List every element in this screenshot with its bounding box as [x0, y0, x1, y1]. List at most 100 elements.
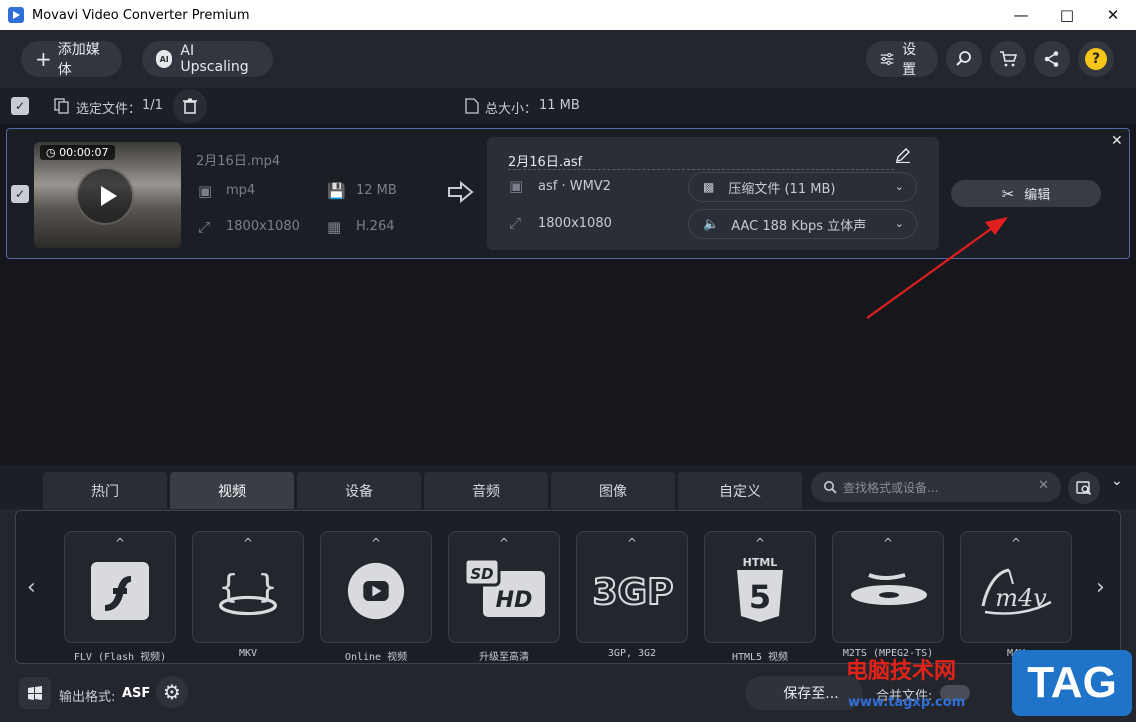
- chevron-up-icon: ^: [882, 536, 894, 550]
- audio-dropdown[interactable]: 🔈 AAC 188 Kbps 立体声 ⌄: [688, 209, 917, 239]
- watermark-url: www.tagxp.com: [848, 695, 966, 710]
- codec-icon: ▦: [327, 218, 342, 236]
- add-media-label: 添加媒体: [57, 42, 100, 78]
- html5-icon: HTML 5: [731, 554, 789, 626]
- duration-badge: ◷ 00:00:07: [40, 145, 115, 160]
- share-button[interactable]: [1034, 41, 1070, 77]
- tag-logo-text: TAG: [1027, 658, 1117, 707]
- title-bar: Movavi Video Converter Premium — □ ✕: [0, 0, 1136, 30]
- tab-custom[interactable]: 自定义: [678, 472, 802, 509]
- format-label-mkv: MKV: [238, 648, 258, 659]
- tab-images[interactable]: 图像: [551, 472, 675, 509]
- format-label-3gp: 3GP, 3G2: [607, 648, 657, 659]
- format-search-input[interactable]: 查找格式或设备... ✕: [811, 472, 1061, 502]
- help-icon: ?: [1085, 48, 1107, 70]
- files-icon: [54, 98, 69, 114]
- scissors-icon: ✂: [1001, 184, 1015, 203]
- output-panel: 2月16日.asf ▣ asf · WMV2 ⤢ 1800x1080 ▩ 压缩文…: [487, 137, 939, 250]
- tab-devices[interactable]: 设备: [297, 472, 421, 509]
- remove-file-button[interactable]: ✕: [1111, 133, 1123, 149]
- pencil-icon[interactable]: [895, 147, 911, 163]
- clear-search-icon[interactable]: ✕: [1038, 478, 1049, 493]
- search-icon: [956, 51, 971, 66]
- file-checkbox[interactable]: ✓: [11, 185, 29, 203]
- cart-icon: [1000, 51, 1017, 67]
- next-arrow-icon[interactable]: ›: [1096, 575, 1105, 600]
- trash-icon: [183, 98, 197, 114]
- search-button[interactable]: [946, 41, 982, 77]
- sd-hd-icon: HD SD: [463, 557, 547, 618]
- plus-icon: +: [35, 47, 52, 71]
- tab-video[interactable]: 视频: [170, 472, 294, 509]
- share-icon: [1044, 51, 1059, 67]
- format-settings-button[interactable]: ⚙: [156, 676, 188, 708]
- close-window-button[interactable]: ✕: [1090, 0, 1136, 30]
- format-label-html5: HTML5 视频: [731, 652, 789, 663]
- format-icon: ▣: [198, 182, 213, 200]
- video-thumbnail[interactable]: ◷ 00:00:07: [34, 142, 181, 248]
- source-codec: H.264: [356, 219, 395, 234]
- format-card-flv[interactable]: ^: [64, 531, 176, 643]
- flash-icon: [91, 562, 149, 620]
- output-format: asf · WMV2: [538, 179, 611, 194]
- 3gp-icon: 3GP: [591, 562, 675, 620]
- cart-button[interactable]: [990, 41, 1026, 77]
- output-resolution-icon: ⤢: [509, 214, 522, 232]
- format-card-mkv[interactable]: ^ { }: [192, 531, 304, 643]
- device-detect-button[interactable]: [1068, 472, 1100, 504]
- m4v-icon: m4v: [975, 562, 1059, 620]
- tab-audio[interactable]: 音频: [424, 472, 548, 509]
- compress-icon: ▩: [703, 180, 715, 194]
- tab-popular[interactable]: 热门: [43, 472, 167, 509]
- watermark: 电脑技术网 www.tagxp.com TAG: [842, 647, 1136, 722]
- compress-value: 压缩文件 (11 MB): [728, 181, 836, 197]
- output-resolution: 1800x1080: [538, 216, 612, 231]
- prev-arrow-icon[interactable]: ‹: [27, 575, 36, 600]
- add-media-button[interactable]: + 添加媒体: [21, 41, 122, 78]
- format-card-m2ts[interactable]: ^: [832, 531, 944, 643]
- bluray-icon: [847, 562, 931, 620]
- format-card-html5[interactable]: ^ HTML 5: [704, 531, 816, 643]
- youtube-icon: [347, 562, 405, 620]
- format-card-m4v[interactable]: ^ m4v: [960, 531, 1072, 643]
- source-format: mp4: [226, 183, 256, 198]
- format-card-upscale[interactable]: ^ HD SD: [448, 531, 560, 643]
- svg-text:HTML: HTML: [743, 556, 778, 569]
- source-size: 12 MB: [356, 183, 397, 198]
- size-icon: 💾: [327, 182, 346, 200]
- edit-button[interactable]: ✂ 编辑: [951, 180, 1101, 207]
- chevron-up-icon: ^: [754, 536, 766, 550]
- source-resolution: 1800x1080: [226, 219, 300, 234]
- help-button[interactable]: ?: [1078, 41, 1114, 77]
- maximize-button[interactable]: □: [1044, 0, 1090, 30]
- svg-text:HD: HD: [496, 588, 533, 613]
- audio-value: AAC 188 Kbps 立体声: [731, 218, 867, 234]
- output-format-icon: ▣: [509, 177, 524, 195]
- file-size-icon: [465, 98, 479, 114]
- gear-icon: ⚙: [163, 680, 181, 704]
- file-item[interactable]: ✓ ◷ 00:00:07 2月16日.mp4 ▣ mp4 💾 12 MB ⤢ 1…: [6, 128, 1130, 259]
- selection-bar: ✓ 选定文件： 1/1 总大小： 11 MB: [0, 88, 1136, 124]
- window-title: Movavi Video Converter Premium: [32, 7, 250, 23]
- resolution-icon: ⤢: [198, 218, 211, 236]
- play-icon[interactable]: [76, 167, 134, 225]
- collapse-panel-button[interactable]: ⌄: [1111, 473, 1123, 489]
- format-tabs: 热门 视频 设备 音频 图像 自定义 查找格式或设备... ✕ ⌄: [0, 465, 1136, 509]
- sliders-icon: [880, 52, 894, 66]
- format-card-online[interactable]: ^: [320, 531, 432, 643]
- select-all-checkbox[interactable]: ✓: [11, 97, 29, 115]
- save-to-label: 保存至...: [783, 686, 839, 702]
- settings-button[interactable]: 设置: [866, 41, 938, 78]
- ai-upscaling-button[interactable]: AI AI Upscaling: [142, 41, 273, 77]
- ai-upscaling-label: AI Upscaling: [180, 43, 249, 75]
- output-format-label: 输出格式:: [59, 690, 116, 705]
- format-card-3gp[interactable]: ^ 3GP: [576, 531, 688, 643]
- format-gallery: ‹ ^ FLV (Flash 视频) ^ { } MKV ^ Online 视频: [15, 510, 1121, 664]
- compress-dropdown[interactable]: ▩ 压缩文件 (11 MB) ⌄: [688, 172, 917, 202]
- window-controls: — □ ✕: [998, 0, 1136, 30]
- svg-text:5: 5: [749, 578, 771, 616]
- chevron-up-icon: ^: [370, 536, 382, 550]
- toolbar: + 添加媒体 AI AI Upscaling 设置 ?: [0, 30, 1136, 88]
- minimize-button[interactable]: —: [998, 0, 1044, 30]
- delete-button[interactable]: [173, 89, 207, 123]
